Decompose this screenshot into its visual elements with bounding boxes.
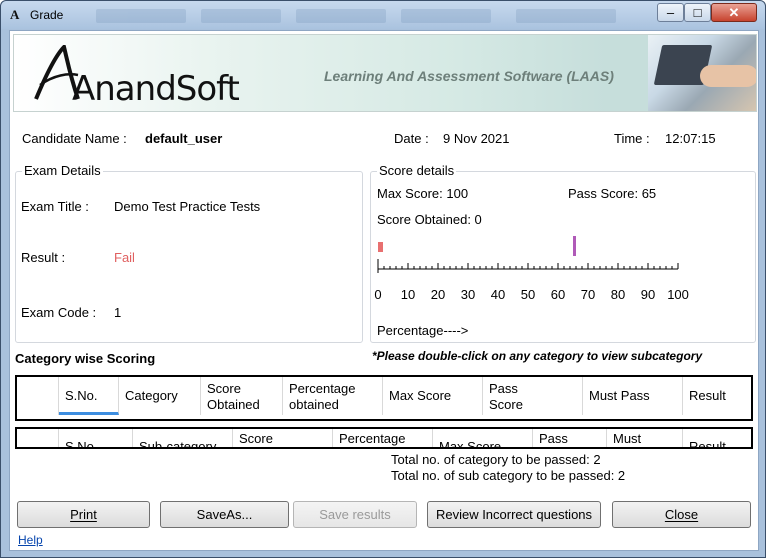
ghost-tab: [96, 9, 186, 23]
date-label: Date :: [394, 131, 429, 146]
maximize-icon: □: [693, 5, 702, 20]
banner-photo: [648, 35, 756, 111]
subcategory-col-result[interactable]: Result: [683, 429, 751, 447]
review-incorrect-questions-button[interactable]: Review Incorrect questions: [427, 501, 601, 528]
maximize-button[interactable]: □: [684, 3, 711, 22]
hand-image: [700, 65, 756, 87]
result-value: Fail: [114, 250, 135, 265]
ghost-tab: [201, 9, 281, 23]
score-details-legend: Score details: [377, 163, 457, 178]
banner: AnandSoft Learning And Assessment Softwa…: [13, 34, 757, 112]
score-scale-ruler: [377, 259, 679, 273]
exam-code-label: Exam Code :: [21, 305, 97, 320]
subcategory-col-sno[interactable]: S.No.: [59, 429, 133, 447]
ghost-tab: [296, 9, 386, 23]
subcategory-col-subcategory[interactable]: Sub-category: [133, 429, 233, 447]
scale-tick-label: 40: [490, 287, 506, 302]
grid-row-header-cell: [17, 429, 59, 447]
category-col-max-score[interactable]: Max Score: [383, 377, 483, 415]
subcategory-col-must[interactable]: Must: [607, 429, 683, 447]
help-link[interactable]: Help: [18, 533, 43, 547]
category-col-result[interactable]: Result: [683, 377, 751, 415]
exam-title-value: Demo Test Practice Tests: [114, 199, 261, 214]
client-area: AnandSoft Learning And Assessment Softwa…: [9, 30, 759, 551]
banner-tagline: Learning And Assessment Software (LAAS): [324, 68, 614, 84]
save-results-button[interactable]: Save results: [293, 501, 417, 528]
scale-tick-label: 100: [667, 287, 689, 302]
category-col-pass-score[interactable]: Pass Score: [483, 377, 583, 415]
close-window-button[interactable]: ✕: [711, 3, 757, 22]
category-heading: Category wise Scoring: [15, 351, 156, 366]
close-button[interactable]: Close: [612, 501, 751, 528]
grade-window: A Grade – □ ✕ AnandSoft Learning And Ass…: [0, 0, 766, 558]
scale-tick-label: 80: [610, 287, 626, 302]
exam-details-legend: Exam Details: [22, 163, 103, 178]
result-label: Result :: [21, 250, 66, 265]
total-category-passed: Total no. of category to be passed: 2: [391, 452, 601, 467]
score-obtained-text: Score Obtained: 0: [377, 212, 482, 227]
obtained-score-marker: [378, 242, 383, 252]
app-logo-icon: A: [10, 7, 20, 22]
scale-tick-label: 0: [374, 287, 382, 302]
candidate-name-value: default_user: [145, 131, 223, 146]
save-as-button[interactable]: SaveAs...: [160, 501, 289, 528]
subcategory-col-percentage[interactable]: Percentage: [333, 429, 433, 447]
pass-score-text: Pass Score: 65: [568, 186, 657, 201]
ghost-tab: [401, 9, 491, 23]
scale-tick-label: 30: [460, 287, 476, 302]
subcategory-col-score[interactable]: Score: [233, 429, 333, 447]
scale-tick-label: 60: [550, 287, 566, 302]
total-subcategory-passed: Total no. of sub category to be passed: …: [391, 468, 626, 483]
time-value: 12:07:15: [665, 131, 716, 146]
scale-tick-label: 50: [520, 287, 536, 302]
logo-text: AnandSoft: [72, 69, 240, 109]
ghost-tab: [516, 9, 616, 23]
category-col-percentage-obtained[interactable]: Percentage obtained: [283, 377, 383, 415]
exam-code-value: 1: [114, 305, 122, 320]
title-bar[interactable]: A Grade – □ ✕: [1, 1, 765, 29]
close-icon: ✕: [728, 5, 740, 20]
background-taskbar-ghost: [96, 5, 656, 27]
category-col-score-obtained[interactable]: Score Obtained: [201, 377, 283, 415]
time-label: Time :: [614, 131, 650, 146]
scale-tick-label: 90: [640, 287, 656, 302]
grid-row-header-cell: [17, 377, 59, 415]
percentage-label: Percentage---->: [377, 323, 469, 338]
date-value: 9 Nov 2021: [443, 131, 510, 146]
scale-tick-label: 70: [580, 287, 596, 302]
category-col-sno[interactable]: S.No.: [59, 377, 119, 415]
subcategory-grid[interactable]: S.No. Sub-category Score Percentage Max …: [15, 427, 753, 449]
minimize-button[interactable]: –: [657, 3, 684, 22]
scale-tick-label: 20: [430, 287, 446, 302]
subcategory-col-max-score[interactable]: Max Score: [433, 429, 533, 447]
category-col-category[interactable]: Category: [119, 377, 201, 415]
subcategory-note: *Please double-click on any category to …: [372, 349, 703, 363]
scale-tick-label: 10: [400, 287, 416, 302]
subcategory-col-pass[interactable]: Pass: [533, 429, 607, 447]
window-title: Grade: [30, 8, 64, 22]
max-score-text: Max Score: 100: [377, 186, 469, 201]
category-grid[interactable]: S.No. Category Score Obtained Percentage…: [15, 375, 753, 421]
exam-title-label: Exam Title :: [21, 199, 89, 214]
category-col-must-pass[interactable]: Must Pass: [583, 377, 683, 415]
print-button[interactable]: Print: [17, 501, 150, 528]
minimize-icon: –: [666, 5, 675, 20]
candidate-name-label: Candidate Name :: [22, 131, 127, 146]
pass-score-marker: [573, 236, 576, 256]
